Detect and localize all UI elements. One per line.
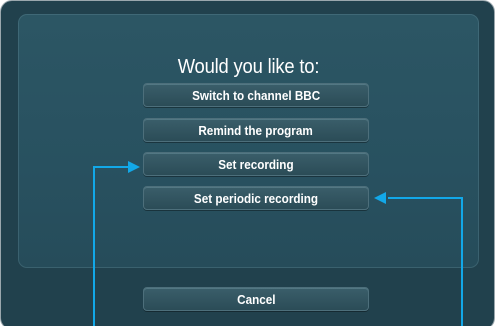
cancel-button[interactable]: Cancel bbox=[143, 287, 369, 311]
set-periodic-recording-label: Set periodic recording bbox=[193, 191, 319, 206]
tv-screen: Would you like to: Switch to channel BBC… bbox=[0, 0, 497, 326]
switch-channel-label: Switch to channel BBC bbox=[191, 88, 321, 103]
set-recording-label: Set recording bbox=[218, 157, 294, 172]
remind-program-button[interactable]: Remind the program bbox=[143, 118, 369, 142]
switch-channel-button[interactable]: Switch to channel BBC bbox=[143, 83, 369, 107]
set-recording-button[interactable]: Set recording bbox=[143, 152, 369, 176]
set-periodic-recording-button[interactable]: Set periodic recording bbox=[143, 186, 369, 210]
cancel-label: Cancel bbox=[236, 292, 276, 307]
dialog-title: Would you like to: bbox=[177, 56, 320, 78]
remind-program-label: Remind the program bbox=[198, 123, 314, 138]
